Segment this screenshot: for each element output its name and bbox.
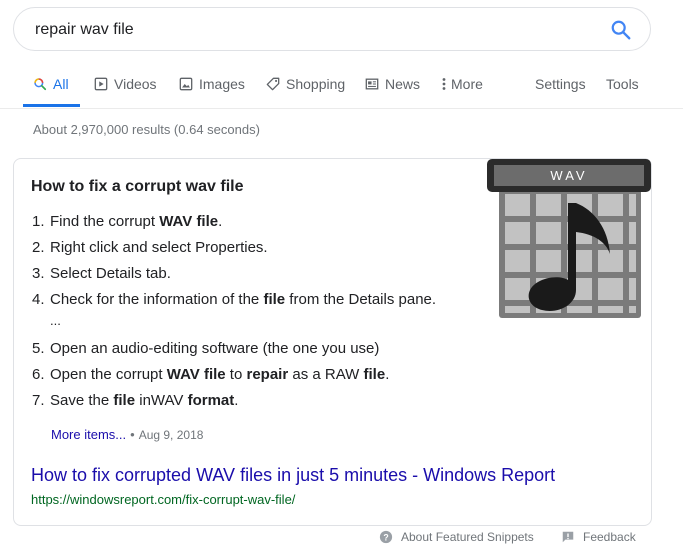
list-item: 5. Open an audio-editing software (the on… xyxy=(32,340,380,357)
list-item: 2. Right click and select Properties. xyxy=(32,239,268,256)
list-item: 4. Check for the information of the file … xyxy=(32,291,437,308)
news-icon xyxy=(365,78,379,90)
search-input[interactable]: repair wav file xyxy=(35,21,134,39)
result-url: https://windowsreport.com/fix-corrupt-wa… xyxy=(31,492,296,507)
wav-file-icon[interactable]: WAV xyxy=(486,158,652,322)
list-item: 3. Select Details tab. xyxy=(32,265,171,282)
list-item: 7. Save the file inWAV format. xyxy=(32,392,239,409)
help-icon: ? xyxy=(379,530,393,544)
result-title-link[interactable]: How to fix corrupted WAV files in just 5… xyxy=(31,465,555,486)
feedback-link[interactable]: Feedback xyxy=(561,530,636,544)
tab-all[interactable]: All xyxy=(33,76,69,92)
search-box[interactable]: repair wav file xyxy=(13,7,651,51)
more-vertical-icon xyxy=(442,78,446,90)
tab-images[interactable]: Images xyxy=(179,76,245,92)
video-icon xyxy=(94,77,108,91)
about-featured-snippets[interactable]: ? About Featured Snippets xyxy=(379,530,534,544)
active-tab-indicator xyxy=(23,104,80,107)
more-items-link[interactable]: More items... xyxy=(51,427,126,442)
search-icon xyxy=(34,78,47,91)
tab-videos[interactable]: Videos xyxy=(94,76,157,92)
search-tabs: All Videos Images Shopping News More Set… xyxy=(0,66,683,109)
svg-text:?: ? xyxy=(383,533,388,543)
list-ellipsis: ... xyxy=(50,313,61,328)
snippet-title: How to fix a corrupt wav file xyxy=(31,178,244,195)
tab-news[interactable]: News xyxy=(365,76,420,92)
search-icon[interactable] xyxy=(610,19,632,41)
feedback-icon xyxy=(562,531,574,543)
tag-icon xyxy=(266,77,280,91)
tools-link[interactable]: Tools xyxy=(606,76,639,92)
more-items-row: More items... • Aug 9, 2018 xyxy=(51,427,204,442)
image-icon xyxy=(179,77,193,91)
tab-shopping[interactable]: Shopping xyxy=(266,76,345,92)
tab-more[interactable]: More xyxy=(441,76,483,92)
list-item: 1. Find the corrupt WAV file. xyxy=(32,213,223,230)
snippet-date: Aug 9, 2018 xyxy=(138,428,204,442)
settings-link[interactable]: Settings xyxy=(535,76,586,92)
wav-label: WAV xyxy=(550,168,587,183)
list-item: 6. Open the corrupt WAV file to repair as… xyxy=(32,366,390,383)
result-stats: About 2,970,000 results (0.64 seconds) xyxy=(33,122,260,137)
